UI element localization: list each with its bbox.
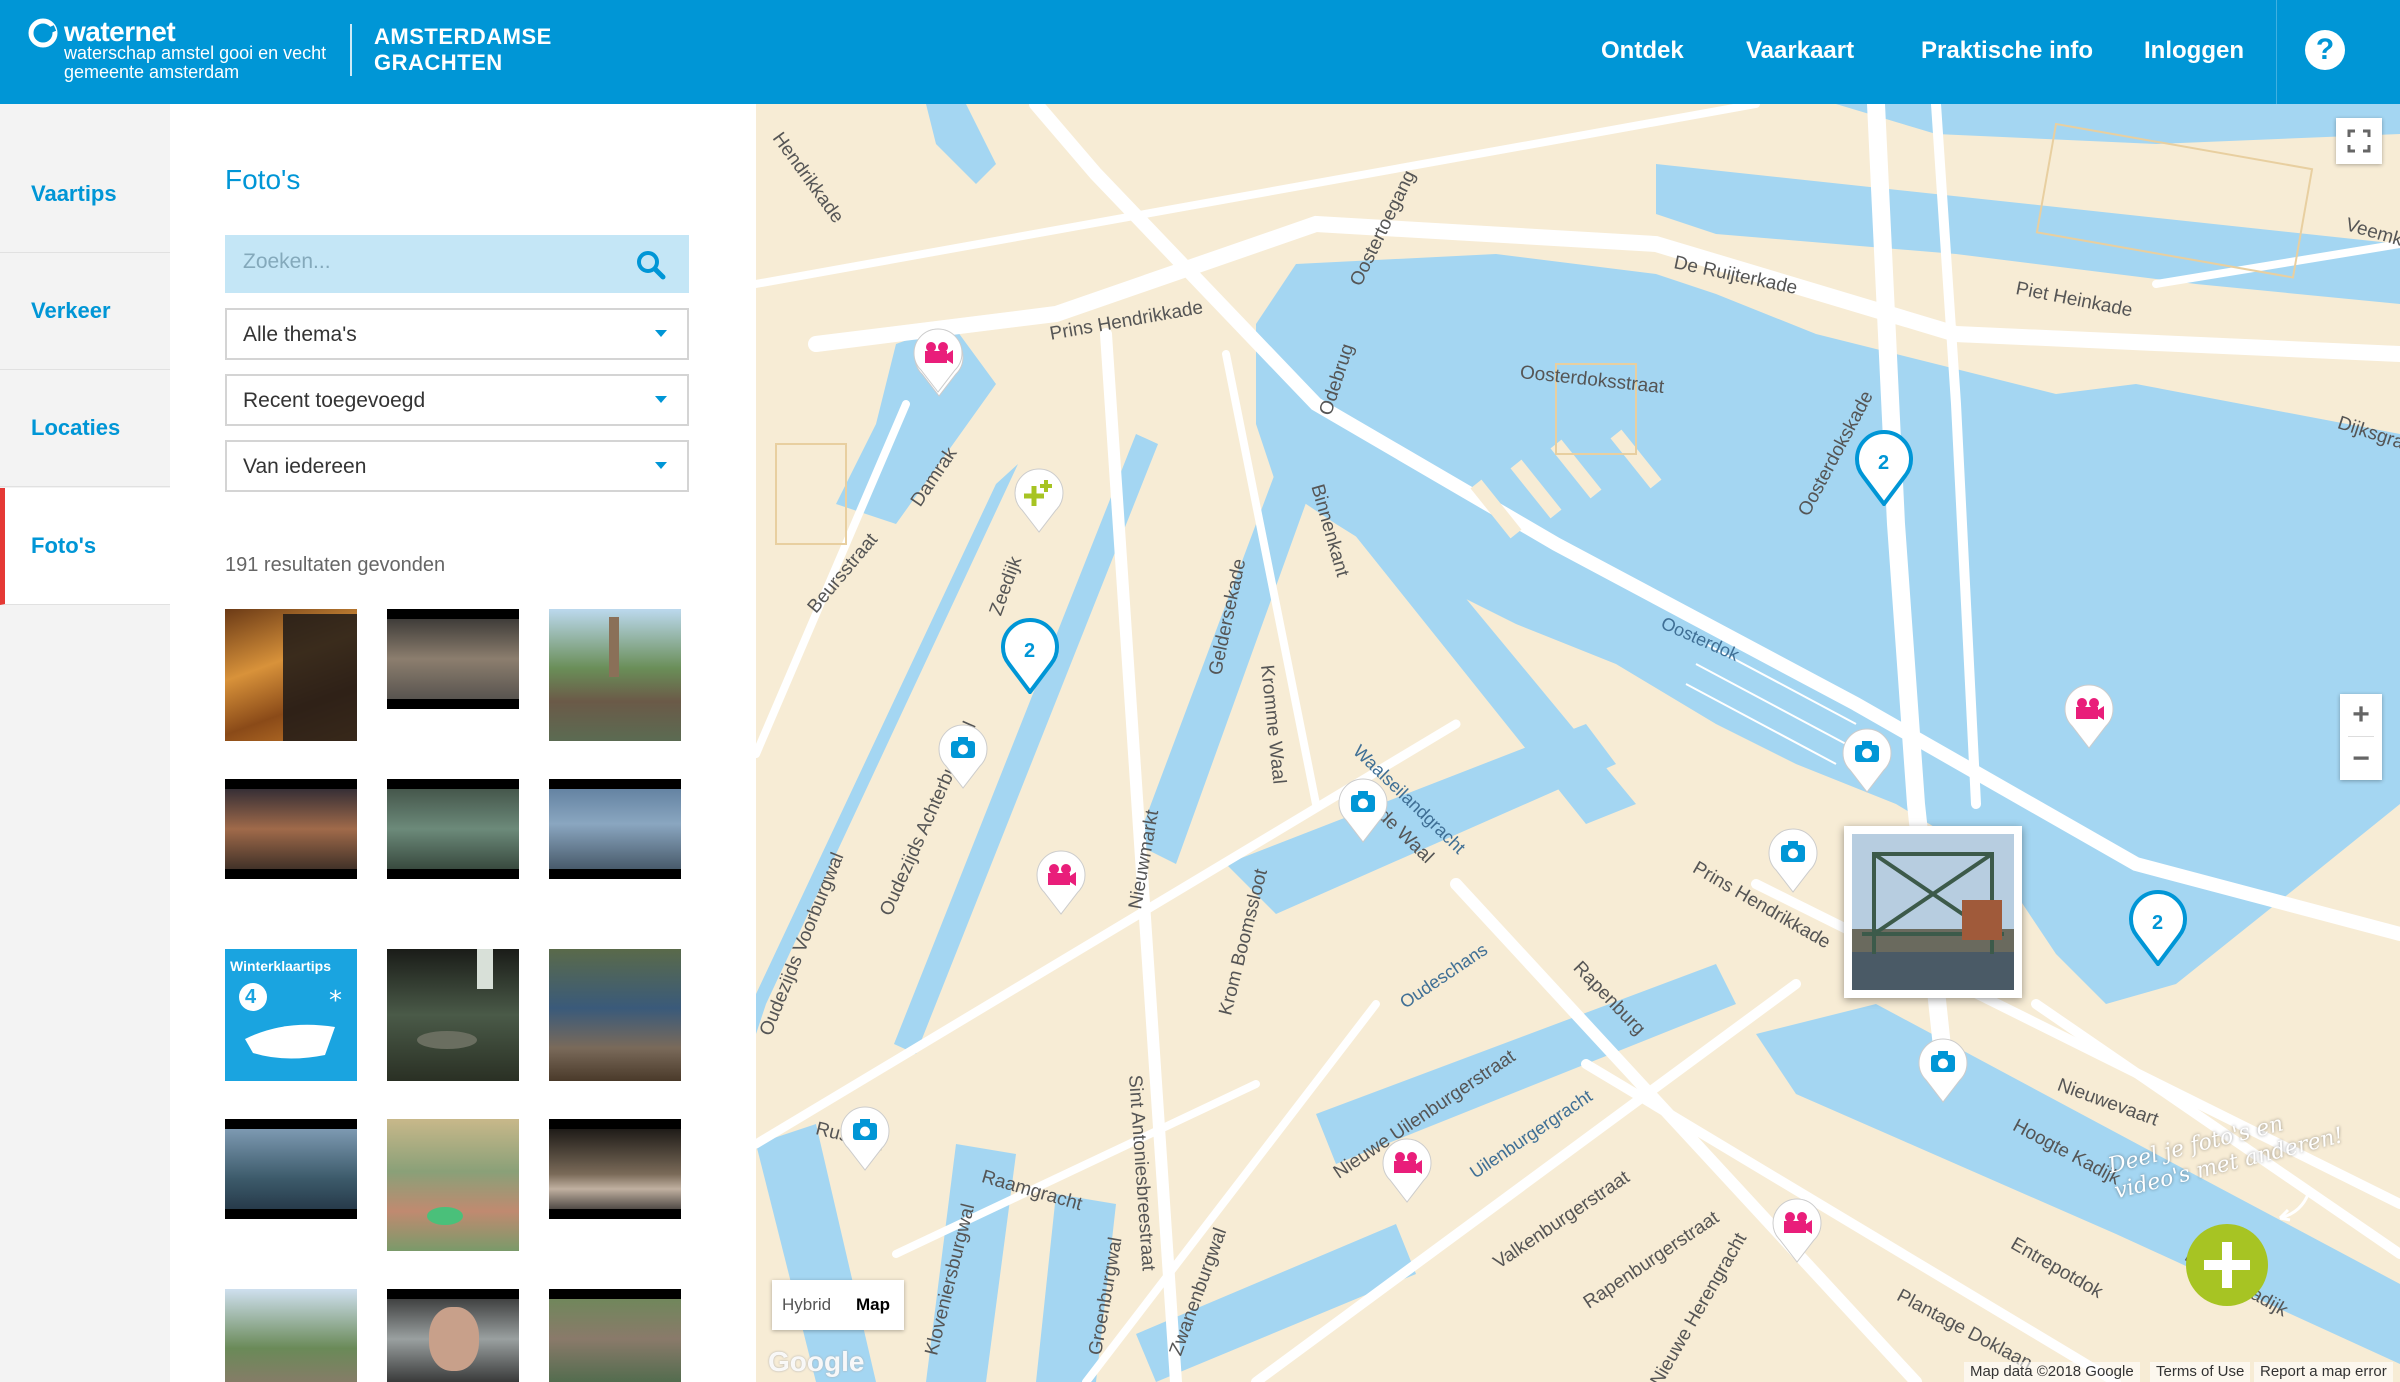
chevron-down-icon: [655, 330, 667, 337]
cluster-count: 2: [1878, 452, 1890, 474]
search-icon[interactable]: [635, 249, 667, 281]
video-thumb[interactable]: [225, 779, 357, 879]
site-title-line-2: GRACHTEN: [374, 50, 503, 75]
search-field[interactable]: Zoeken...: [225, 235, 689, 293]
zoom-control: + −: [2340, 694, 2382, 780]
nav-vaarkaart[interactable]: Vaarkaart: [1746, 37, 1854, 65]
help-area: ?: [2276, 0, 2400, 104]
report-error-link[interactable]: Report a map error: [2254, 1362, 2393, 1382]
popup-photo[interactable]: [1852, 834, 2014, 990]
tab-label: Foto's: [31, 533, 97, 558]
nav-inloggen[interactable]: Inloggen: [2144, 37, 2244, 65]
logo-subtitle-2: gemeente amsterdam: [64, 62, 240, 82]
tab-label: Verkeer: [31, 298, 111, 323]
logo-subtitle-1: waterschap amstel gooi en vecht: [64, 43, 327, 63]
select-value: Recent toegevoegd: [243, 389, 426, 412]
video-pin-icon[interactable]: [911, 328, 965, 394]
site-title[interactable]: AMSTERDAMSE GRACHTEN: [374, 24, 552, 76]
tab-label: Locaties: [31, 415, 121, 440]
photo-thumb[interactable]: [549, 609, 681, 741]
video-thumb[interactable]: [387, 779, 519, 879]
photo-popup[interactable]: [1844, 826, 2022, 998]
divider: [2348, 736, 2374, 737]
video-thumb[interactable]: [549, 1119, 681, 1219]
photo-thumb[interactable]: [549, 949, 681, 1081]
top-header: waternet waterschap amstel gooi en vecht…: [0, 0, 2400, 104]
cluster-count: 2: [2152, 912, 2164, 934]
add-media-button[interactable]: [2186, 1224, 2268, 1306]
svg-text:*: *: [329, 986, 342, 1016]
cluster-count: 2: [1024, 640, 1036, 662]
tile-number: 4: [245, 986, 257, 1008]
chevron-down-icon: [655, 462, 667, 469]
tab-fotos[interactable]: Foto's: [0, 488, 170, 605]
photo-thumb[interactable]: [225, 1289, 357, 1382]
zoom-in-button[interactable]: +: [2340, 694, 2382, 736]
search-input[interactable]: Zoeken...: [243, 250, 331, 274]
photo-thumb[interactable]: [225, 609, 357, 741]
video-thumb[interactable]: [549, 779, 681, 879]
video-pin-icon[interactable]: [2062, 684, 2116, 750]
plus-icon: [2204, 1242, 2250, 1288]
camera-pin-icon[interactable]: [1840, 728, 1894, 794]
map-button[interactable]: Map: [856, 1280, 890, 1330]
map[interactable]: Prins Hendrikkade Damrak Beursstraat Oos…: [756, 104, 2400, 1382]
video-thumb[interactable]: [225, 1119, 357, 1219]
side-tabs: Vaartips Verkeer Locaties Foto's: [0, 104, 170, 1382]
camera-pin-icon[interactable]: [936, 724, 990, 790]
map-attribution: Map data ©2018 Google: [1964, 1362, 2140, 1382]
video-pin-icon[interactable]: [1770, 1198, 1824, 1264]
waternet-logo-icon: [28, 18, 58, 48]
video-pin-icon[interactable]: [1034, 850, 1088, 916]
tab-vaartips[interactable]: Vaartips: [0, 136, 170, 253]
tab-verkeer[interactable]: Verkeer: [0, 253, 170, 370]
select-value: Alle thema's: [243, 323, 357, 346]
nav-praktische-info[interactable]: Praktische info: [1921, 37, 2093, 65]
map-type-control: Hybrid Map: [772, 1280, 904, 1330]
theme-select[interactable]: Alle thema's: [225, 308, 689, 360]
video-thumb[interactable]: [549, 1289, 681, 1382]
camera-pin-icon[interactable]: [838, 1106, 892, 1172]
tab-label: Vaartips: [31, 181, 117, 206]
panel-title: Foto's: [225, 164, 301, 195]
google-logo: Google: [768, 1346, 865, 1377]
header-divider: [350, 24, 352, 76]
zoom-out-button[interactable]: −: [2340, 738, 2382, 780]
hybrid-button[interactable]: Hybrid: [782, 1280, 831, 1330]
camera-pin-icon[interactable]: [1336, 778, 1390, 844]
fullscreen-button[interactable]: [2336, 118, 2382, 164]
tip-pin-icon[interactable]: [1012, 468, 1066, 534]
terms-link[interactable]: Terms of Use: [2150, 1362, 2251, 1382]
chevron-down-icon: [655, 396, 667, 403]
photo-thumb[interactable]: [387, 609, 519, 709]
arrow-icon: [2278, 1187, 2312, 1222]
fullscreen-icon: [2347, 129, 2371, 153]
video-pin-icon[interactable]: [1380, 1138, 1434, 1204]
photo-thumb[interactable]: [387, 949, 519, 1081]
site-title-line-1: AMSTERDAMSE: [374, 24, 552, 49]
camera-pin-icon[interactable]: [1916, 1038, 1970, 1104]
winterklaartips-thumb[interactable]: Winterklaartips * 4: [225, 949, 357, 1081]
photo-thumb[interactable]: [387, 1119, 519, 1251]
select-value: Van iedereen: [243, 455, 367, 478]
results-count: 191 resultaten gevonden: [225, 554, 446, 576]
help-icon[interactable]: ?: [2305, 30, 2345, 70]
tab-locaties[interactable]: Locaties: [0, 370, 170, 487]
tile-title: Winterklaartips: [230, 958, 332, 974]
video-thumb[interactable]: [387, 1289, 519, 1382]
camera-pin-icon[interactable]: [1766, 828, 1820, 894]
photos-panel: Foto's Zoeken... Alle thema's Recent toe…: [170, 104, 756, 1382]
sort-select[interactable]: Recent toegevoegd: [225, 374, 689, 426]
author-select[interactable]: Van iedereen: [225, 440, 689, 492]
nav-ontdek[interactable]: Ontdek: [1601, 37, 1684, 65]
